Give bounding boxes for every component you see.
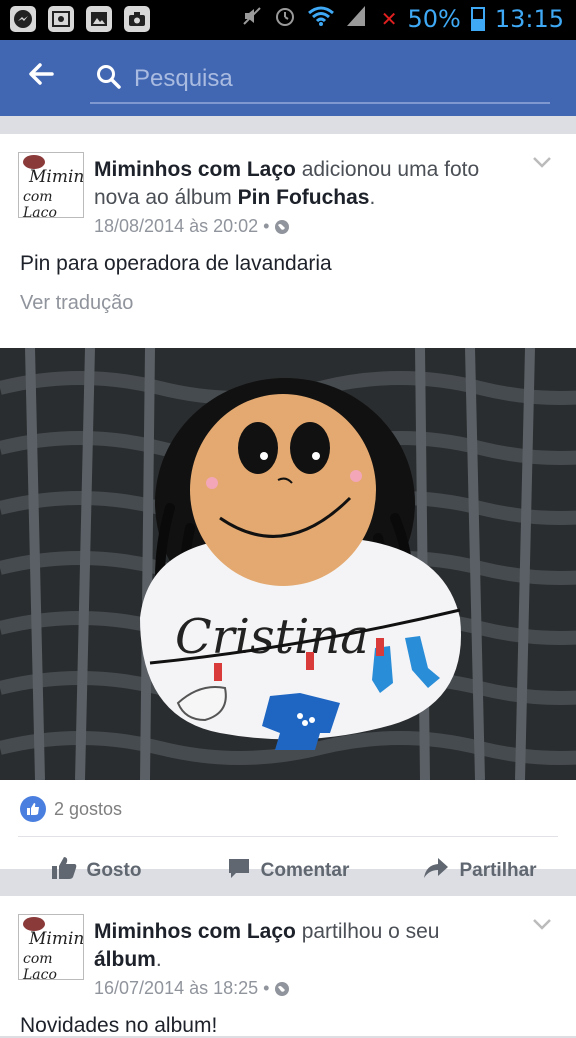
likes-summary[interactable]: 2 gostos bbox=[20, 796, 122, 822]
app-bar bbox=[0, 40, 576, 116]
share-button[interactable]: Partilhar bbox=[384, 846, 576, 896]
page-avatar[interactable]: Mimin com Laço bbox=[18, 914, 84, 980]
post-timestamp[interactable]: 18/08/2014 às 20:02 • bbox=[94, 216, 290, 240]
post-timestamp[interactable]: 16/07/2014 às 18:25 • bbox=[94, 978, 290, 1002]
post-text: Novidades no album! bbox=[20, 1014, 218, 1037]
likes-count: 2 gostos bbox=[54, 798, 123, 819]
comment-button[interactable]: Comentar bbox=[192, 846, 384, 896]
like-button[interactable]: Gosto bbox=[0, 846, 192, 896]
album-link[interactable]: Pin Fofuchas bbox=[238, 186, 370, 209]
see-translation-link[interactable]: Ver tradução bbox=[20, 292, 133, 315]
search-input[interactable] bbox=[134, 62, 534, 96]
news-feed[interactable]: Mimin com Laço Miminhos com Laço adicion… bbox=[0, 116, 576, 1037]
post-text: Pin para operadora de lavandaria bbox=[20, 252, 332, 275]
no-sim-icon: ✕ bbox=[380, 7, 398, 31]
globe-icon bbox=[274, 219, 290, 240]
messenger-icon bbox=[10, 6, 36, 32]
post-card: Mimin com Laço Miminhos com Laço adicion… bbox=[0, 134, 576, 881]
album-link[interactable]: álbum bbox=[94, 948, 156, 971]
author-name[interactable]: Miminhos com Laço bbox=[94, 920, 296, 943]
like-badge-icon bbox=[20, 796, 46, 822]
post-header: Miminhos com Laço partilhou o seu álbum. bbox=[94, 920, 440, 971]
mute-icon bbox=[241, 5, 263, 33]
thumbs-up-icon bbox=[51, 856, 77, 886]
divider bbox=[18, 836, 558, 837]
gallery-icon bbox=[48, 6, 74, 32]
post-actions: Gosto Comentar Partilhar bbox=[0, 846, 576, 896]
author-name[interactable]: Miminhos com Laço bbox=[94, 158, 296, 181]
battery-percent: 50% bbox=[407, 5, 461, 33]
action-text: partilhou o seu bbox=[295, 920, 440, 943]
signal-icon bbox=[345, 4, 371, 34]
search-bar[interactable] bbox=[90, 58, 550, 104]
post-card: Mimin com Laço Miminhos com Laço partilh… bbox=[0, 896, 576, 1037]
wifi-icon bbox=[307, 5, 335, 33]
share-arrow-icon bbox=[423, 857, 449, 885]
back-arrow-icon[interactable] bbox=[26, 58, 66, 98]
page-avatar[interactable]: Mimin com Laço bbox=[18, 152, 84, 218]
post-header: Miminhos com Laço adicionou uma foto nov… bbox=[94, 158, 480, 209]
post-photo[interactable]: Cristina bbox=[0, 348, 576, 780]
comment-icon bbox=[227, 856, 251, 886]
battery-icon bbox=[470, 7, 485, 31]
status-bar: ✕ 50% 13:15 bbox=[0, 0, 576, 40]
search-icon bbox=[96, 64, 122, 90]
alarm-icon bbox=[273, 4, 297, 34]
camera-icon bbox=[124, 6, 150, 32]
clock: 13:15 bbox=[494, 5, 564, 33]
image-icon bbox=[86, 6, 112, 32]
globe-icon bbox=[274, 981, 290, 1002]
chevron-down-icon[interactable] bbox=[532, 150, 554, 172]
chevron-down-icon[interactable] bbox=[532, 912, 554, 934]
